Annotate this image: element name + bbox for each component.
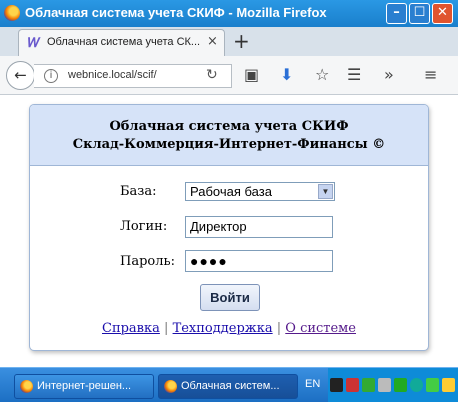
taskbar-item-0[interactable]: Интернет-решен... [14,374,154,399]
password-label: Пароль: [120,254,175,269]
menu-hamburger-icon[interactable]: ≡ [424,66,437,84]
tray-pen-icon[interactable] [346,378,359,392]
taskbar: Интернет-решен... Облачная систем... EN [0,367,458,402]
about-link[interactable]: О системе [285,321,356,336]
tray-app-icon[interactable] [362,378,375,392]
login-button[interactable]: Войти [200,284,260,311]
password-field[interactable]: ●●●● [185,250,333,272]
close-window-button[interactable]: ✕ [432,3,453,24]
bookmarks-list-icon[interactable]: ☰ [347,66,361,84]
chevron-down-icon[interactable]: ▼ [318,184,333,199]
tray-spy-icon[interactable] [330,378,343,392]
window-titlebar: Облачная система учета СКИФ - Mozilla Fi… [0,0,458,27]
footer-links: Справка | Техподдержка | О системе [30,321,428,336]
tray-chart-icon[interactable] [394,378,407,392]
site-info-icon[interactable]: i [44,69,58,83]
back-button[interactable]: ← [6,61,35,90]
reload-icon[interactable]: ↻ [206,67,218,83]
overflow-chevron-icon[interactable]: » [384,66,394,84]
help-link[interactable]: Справка [102,321,160,336]
system-title: Облачная система учета СКИФ [109,119,349,134]
login-card-header: Облачная система учета СКИФ Склад-Коммер… [30,105,428,166]
login-label: Логин: [120,219,168,234]
tab-strip: 𝑊 Облачная система учета СК... × + [0,27,458,56]
maximize-button[interactable]: ☐ [409,3,430,24]
reader-view-icon[interactable]: ▣ [244,66,259,84]
taskbar-item-label: Облачная систем... [181,380,280,392]
base-select[interactable]: Рабочая база ▼ [185,182,335,201]
new-tab-button[interactable]: + [233,31,250,51]
bookmark-star-icon[interactable]: ☆ [315,66,329,84]
language-indicator[interactable]: EN [305,378,320,390]
base-selected-value: Рабочая база [190,184,272,199]
link-separator: | [164,321,169,336]
navigation-toolbar: ← i webnice.local/scif/ ↻ ▣ ⬇ ☆ ☰ » ≡ [0,56,458,95]
site-favicon-icon: 𝑊 [28,36,41,51]
taskbar-item-1[interactable]: Облачная систем... [158,374,298,399]
tray-at-icon[interactable] [410,378,423,392]
link-separator: | [276,321,282,336]
page-content: Облачная система учета СКИФ Склад-Коммер… [0,95,458,367]
login-field[interactable]: Директор [185,216,333,238]
taskbar-item-label: Интернет-решен... [37,380,132,392]
url-bar[interactable]: i webnice.local/scif/ ↻ [34,64,232,88]
minimize-button[interactable]: – [386,3,407,24]
tray-network-icon[interactable] [378,378,391,392]
firefox-icon [20,380,33,393]
tray-green-icon[interactable] [426,378,439,392]
base-label: База: [120,184,157,199]
tab-title: Облачная система учета СК... [47,36,201,48]
login-card: Облачная система учета СКИФ Склад-Коммер… [29,104,429,351]
tab-active[interactable]: 𝑊 Облачная система учета СК... × [18,29,225,56]
download-icon[interactable]: ⬇ [280,66,293,84]
window-title: Облачная система учета СКИФ - Mozilla Fi… [25,5,327,20]
tray-yellow-icon[interactable] [442,378,455,392]
support-link[interactable]: Техподдержка [173,321,273,336]
system-tray [328,368,458,402]
tab-close-icon[interactable]: × [207,34,218,49]
system-subtitle: Склад-Коммерция-Интернет-Финансы © [72,137,386,152]
firefox-icon [164,380,177,393]
firefox-icon [4,5,20,21]
url-text[interactable]: webnice.local/scif/ [68,69,157,81]
